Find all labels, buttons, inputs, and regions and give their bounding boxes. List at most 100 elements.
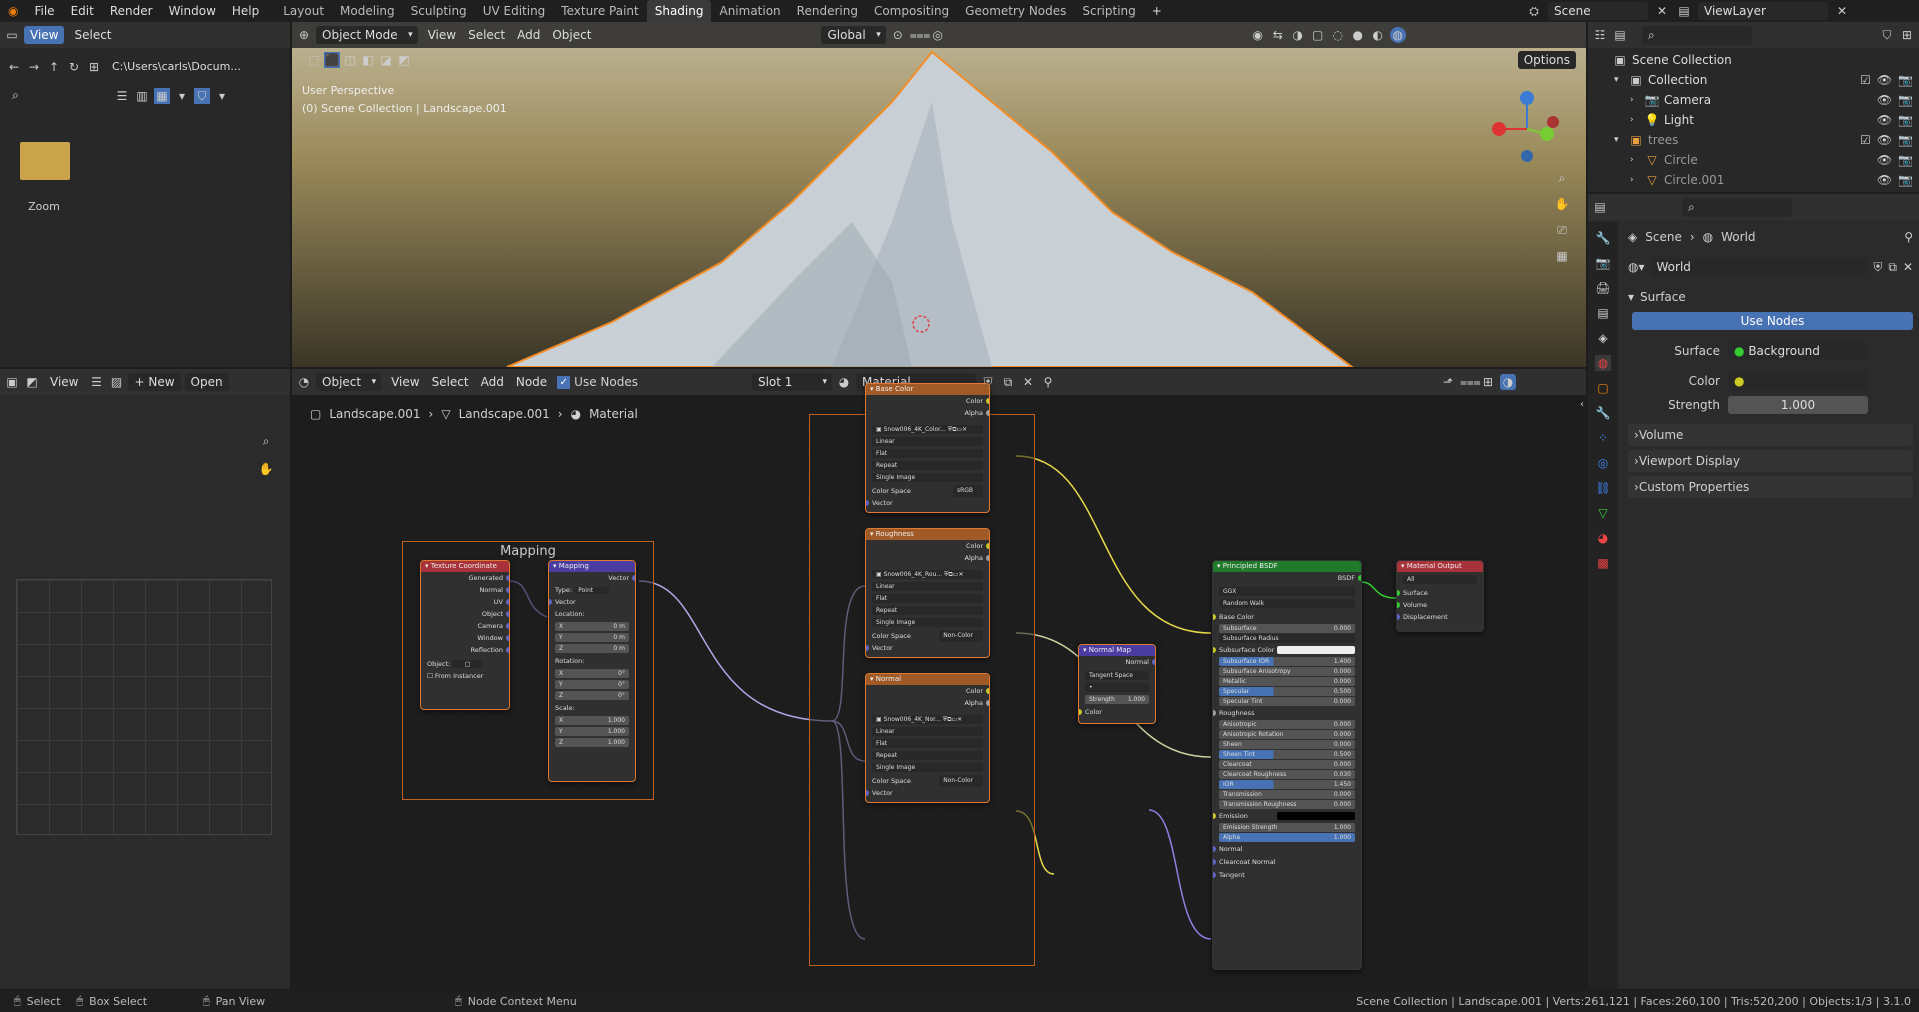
- outliner-item[interactable]: › ▽ Circle.001 👁 📷: [1598, 170, 1913, 190]
- close-icon[interactable]: ✕: [1654, 3, 1670, 19]
- surface-panel-header[interactable]: ▾ Surface: [1628, 286, 1913, 308]
- menu-help[interactable]: Help: [224, 4, 267, 18]
- filter-icon[interactable]: ⛉: [1879, 27, 1895, 43]
- camera-render-icon[interactable]: 📷: [1898, 130, 1913, 150]
- eye-icon[interactable]: 👁: [1877, 150, 1892, 170]
- object-icon[interactable]: ▢: [1595, 380, 1611, 396]
- collapsed-panel[interactable]: › Viewport Display: [1628, 450, 1913, 472]
- path-field[interactable]: C:\Users\carls\Docum...: [106, 58, 241, 75]
- refresh-icon[interactable]: ↻: [66, 59, 82, 75]
- new-folder-icon[interactable]: ⊞: [86, 59, 102, 75]
- eye-icon[interactable]: 👁: [1877, 110, 1892, 130]
- image-texture-node[interactable]: ▾ Roughness Color Alpha ▣ Snow006_4K_Rou...…: [865, 528, 990, 658]
- view-menu[interactable]: View: [44, 375, 84, 389]
- tab-sculpting[interactable]: Sculpting: [403, 0, 475, 22]
- navigation-gizmo[interactable]: [1487, 82, 1567, 162]
- input-socket[interactable]: [866, 790, 869, 796]
- view-layer-selector[interactable]: ViewLayer: [1698, 2, 1828, 20]
- select-menu[interactable]: Select: [68, 28, 117, 42]
- output-socket[interactable]: [506, 647, 509, 653]
- texture-src-dropdown[interactable]: Single Image: [872, 618, 983, 627]
- texture-ext-dropdown[interactable]: Repeat: [872, 751, 983, 760]
- bsdf-value-field[interactable]: Sheen 0.000: [1219, 740, 1355, 749]
- editor-type-icon[interactable]: ▣: [4, 374, 20, 390]
- bsdf-vector-dropdown[interactable]: Subsurface Radius: [1219, 634, 1355, 643]
- output-socket[interactable]: [986, 410, 989, 416]
- bsdf-input-row[interactable]: Roughness: [1213, 707, 1361, 719]
- modifier-icon[interactable]: 🔧: [1595, 405, 1611, 421]
- image-browse-icon[interactable]: ▨: [108, 374, 124, 390]
- socket-row[interactable]: Surface: [1397, 587, 1483, 599]
- tab-shading[interactable]: Shading: [646, 0, 712, 22]
- socket-row[interactable]: Color: [866, 540, 989, 552]
- bsdf-value-field[interactable]: Sheen Tint 0.500: [1219, 750, 1355, 759]
- strength-field[interactable]: Strength 1.000: [1085, 695, 1149, 704]
- material-output-node[interactable]: ▾ Material Output All Surface Volume Displ…: [1396, 560, 1484, 632]
- search-input[interactable]: ⌕: [1682, 197, 1792, 217]
- texture-interp-dropdown[interactable]: Linear: [872, 437, 983, 446]
- camera-view-icon[interactable]: ⎚: [1554, 222, 1570, 238]
- bsdf-value-field[interactable]: Anisotropic Rotation 0.000: [1219, 730, 1355, 739]
- mapping-scl-field[interactable]: X 1.000: [555, 716, 629, 725]
- outliner-item[interactable]: ▾ ▣ Collection ☑ 👁 📷: [1598, 70, 1913, 90]
- output-icon[interactable]: 🖨: [1595, 280, 1611, 296]
- socket-row[interactable]: Vector: [866, 787, 989, 799]
- tab-rendering[interactable]: Rendering: [789, 0, 866, 22]
- scene-icon[interactable]: ⛭: [1526, 3, 1542, 19]
- open-image-button[interactable]: Open: [184, 373, 229, 391]
- eye-icon[interactable]: 👁: [1877, 90, 1892, 110]
- list-view-icon[interactable]: ☰: [114, 88, 130, 104]
- socket-row[interactable]: Alpha: [866, 697, 989, 709]
- camera-render-icon[interactable]: 📷: [1898, 70, 1913, 90]
- socket-row[interactable]: Color: [866, 395, 989, 407]
- outliner-item[interactable]: ▣ Scene Collection: [1598, 50, 1913, 70]
- texture-proj-dropdown[interactable]: Flat: [872, 449, 983, 458]
- output-socket[interactable]: [986, 398, 989, 404]
- bsdf-value-field[interactable]: Emission Strength 1.000: [1219, 823, 1355, 832]
- output-socket[interactable]: [506, 587, 509, 593]
- view-layer-icon[interactable]: ▤: [1595, 305, 1611, 321]
- socket-row[interactable]: Camera: [421, 620, 509, 632]
- uv-map-field[interactable]: •: [1085, 683, 1149, 692]
- new-image-button[interactable]: + New: [128, 373, 181, 391]
- node-editor[interactable]: ◔ Object ViewSelectAddNode ✓ Use Nodes S…: [292, 369, 1586, 989]
- mapping-rot-field[interactable]: Z 0°: [555, 691, 629, 700]
- socket-row[interactable]: Reflection: [421, 644, 509, 656]
- list-view-icon[interactable]: ▥: [134, 88, 150, 104]
- texture-src-dropdown[interactable]: Single Image: [872, 763, 983, 772]
- menu-render[interactable]: Render: [102, 4, 161, 18]
- mapping-scl-field[interactable]: Z 1.000: [555, 738, 629, 747]
- view-layer-icon[interactable]: ▤: [1676, 3, 1692, 19]
- input-socket[interactable]: [1213, 859, 1216, 865]
- tab-layout[interactable]: Layout: [275, 0, 332, 22]
- mapping-rot-field[interactable]: Y 0°: [555, 680, 629, 689]
- data-icon[interactable]: ▽: [1595, 505, 1611, 521]
- color-space-row[interactable]: Color Space sRGB: [866, 485, 989, 497]
- display-mode-icon[interactable]: ▤: [1612, 27, 1628, 43]
- camera-render-icon[interactable]: 📷: [1898, 170, 1913, 190]
- socket-row[interactable]: Alpha: [866, 552, 989, 564]
- thumbnail-view-icon[interactable]: ▦: [154, 87, 170, 104]
- hamburger-icon[interactable]: ☰: [88, 374, 104, 390]
- mapping-loc-field[interactable]: Z0 m: [555, 644, 629, 653]
- physics-icon[interactable]: ◎: [1595, 455, 1611, 471]
- image-selector[interactable]: ▣ Snow006_4K_Rou... ⛨⧉▭✕: [872, 570, 983, 579]
- bsdf-value-field[interactable]: Transmission 0.000: [1219, 790, 1355, 799]
- color-space-row[interactable]: Color Space Non-Color: [866, 630, 989, 642]
- outliner-item[interactable]: › 💡 Light 👁 📷: [1598, 110, 1913, 130]
- socket-row[interactable]: Volume: [1397, 599, 1483, 611]
- texture-interp-dropdown[interactable]: Linear: [872, 582, 983, 591]
- bsdf-input-row[interactable]: Normal: [1213, 843, 1361, 855]
- outliner-item[interactable]: › 📷 Camera 👁 📷: [1598, 90, 1913, 110]
- socket-row[interactable]: Vector: [866, 497, 989, 509]
- close-icon[interactable]: ✕: [1903, 260, 1913, 274]
- view-menu[interactable]: View: [24, 26, 65, 44]
- output-socket[interactable]: [506, 599, 509, 605]
- socket-row[interactable]: Displacement: [1397, 611, 1483, 623]
- bsdf-value-field[interactable]: Clearcoat Roughness 0.030: [1219, 770, 1355, 779]
- editor-type-icon[interactable]: ☷: [1592, 27, 1608, 43]
- editor-type-icon[interactable]: ▭: [4, 27, 20, 43]
- subsurface-method-dropdown[interactable]: Random Walk: [1219, 599, 1355, 608]
- forward-icon[interactable]: →: [26, 59, 42, 75]
- image-texture-node[interactable]: ▾ Base Color Color Alpha ▣ Snow006_4K_Color…: [865, 383, 990, 513]
